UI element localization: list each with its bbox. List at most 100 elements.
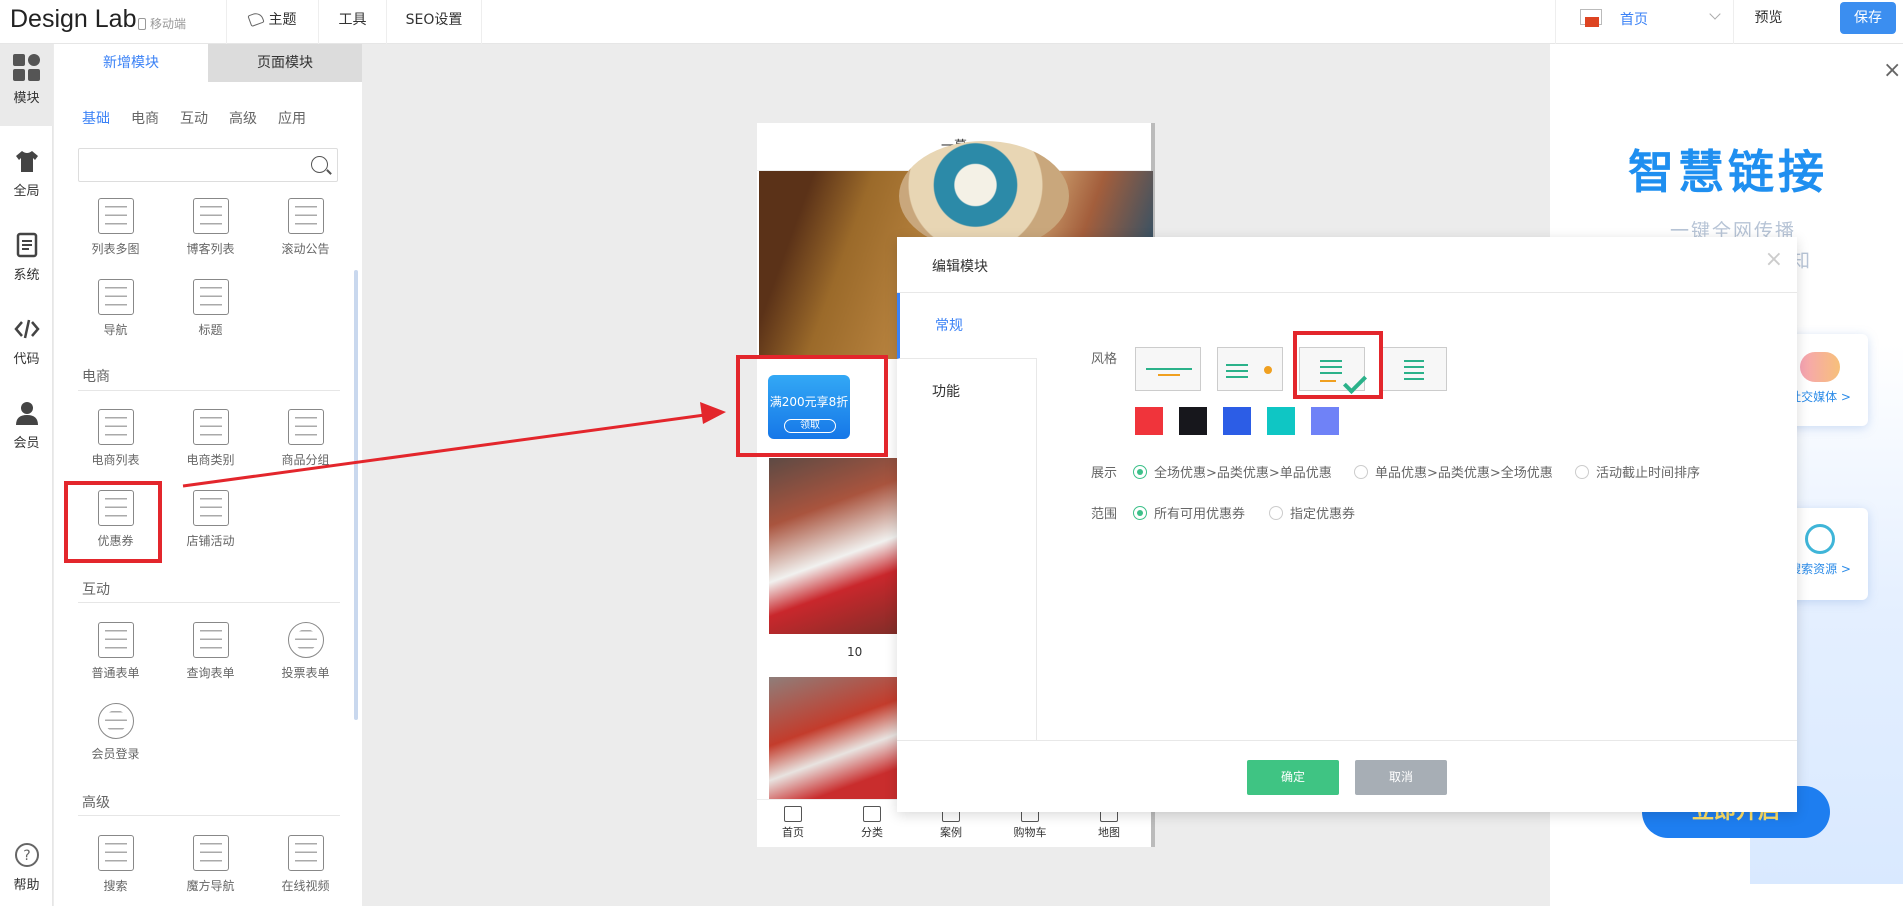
close-icon[interactable]: ×: [1883, 58, 1901, 83]
save-button[interactable]: 保存: [1840, 2, 1896, 34]
preview-button[interactable]: 预览: [1733, 0, 1803, 44]
module-scroll-notice[interactable]: 滚动公告: [258, 198, 353, 257]
show-option-2[interactable]: 单品优惠>品类优惠>全场优惠: [1354, 462, 1553, 481]
module-label: 会员登录: [91, 747, 140, 761]
help-label: 帮助: [13, 878, 40, 893]
module-ecom-category[interactable]: 电商类别: [163, 409, 258, 468]
range-option-2[interactable]: 指定优惠券: [1269, 503, 1355, 522]
chevron-down-icon: [1709, 8, 1721, 20]
module-query-form[interactable]: 查询表单: [163, 622, 258, 681]
tab-label: 购物车: [1013, 826, 1047, 839]
form-icon: [97, 622, 134, 658]
sidebar-item-global[interactable]: 全局: [0, 140, 53, 199]
code-icon: [13, 319, 40, 339]
section-advanced: 高级: [82, 795, 110, 811]
sidebar-item-member[interactable]: 会员: [0, 392, 53, 451]
module-label: 博客列表: [186, 242, 235, 256]
confirm-button[interactable]: 确定: [1247, 760, 1339, 795]
highlight-coupon-module: [64, 481, 162, 563]
nav-tools[interactable]: 工具: [318, 0, 386, 44]
nav-icon: [97, 279, 134, 315]
edit-module-dialog: 编辑模块 × 常规 功能 风格 展示 全场优惠>品类优惠>单品优惠 单品优惠>品…: [897, 237, 1797, 812]
module-panel: 新增模块 页面模块 基础 电商 互动 高级 应用 列表多图 博客列表 滚动公告 导航 标…: [54, 44, 362, 906]
svg-text:?: ?: [23, 848, 30, 864]
module-nav[interactable]: 导航: [68, 279, 163, 338]
module-label: 导航: [103, 323, 128, 337]
cat-interact[interactable]: 互动: [180, 108, 208, 128]
cat-ecom[interactable]: 电商: [131, 108, 159, 128]
divider: [78, 602, 340, 603]
panel-scrollbar[interactable]: [354, 270, 358, 720]
module-search[interactable]: 搜索: [68, 835, 163, 894]
store-icon: [192, 490, 229, 526]
module-search-input[interactable]: [78, 148, 338, 182]
module-title[interactable]: 标题: [163, 279, 258, 338]
brand-logo: Design Lab: [10, 5, 137, 33]
color-swatch-purple[interactable]: [1311, 407, 1339, 435]
search-icon: [1805, 524, 1835, 554]
sidebar-item-modules[interactable]: 模块: [0, 44, 53, 126]
module-label: 魔方导航: [186, 879, 235, 893]
color-swatch-black[interactable]: [1179, 407, 1207, 435]
image-grid-icon: [97, 198, 134, 234]
divider: [78, 815, 340, 816]
style-option-4[interactable]: [1381, 347, 1447, 391]
show-option-1[interactable]: 全场优惠>品类优惠>单品优惠: [1133, 462, 1332, 481]
radio-icon: [1575, 465, 1589, 479]
nav-theme-label: 主题: [268, 12, 297, 28]
page-select[interactable]: 首页: [1555, 0, 1733, 44]
radio-label: 活动截止时间排序: [1596, 466, 1701, 481]
style-option-2[interactable]: [1217, 347, 1283, 391]
sidebar-item-label: 会员: [13, 436, 40, 451]
nav-seo[interactable]: SEO设置: [386, 0, 482, 44]
product-list-icon: [97, 409, 134, 445]
tab-category[interactable]: 分类: [842, 804, 902, 840]
range-option-1[interactable]: 所有可用优惠券: [1133, 503, 1245, 522]
cat-basic[interactable]: 基础: [82, 108, 110, 128]
tab-function[interactable]: 功能: [897, 359, 1037, 425]
top-bar: Design Lab 移动端 主题 工具 SEO设置 首页 预览 保存: [0, 0, 1903, 44]
tab-page-module[interactable]: 页面模块: [208, 44, 362, 82]
tab-general[interactable]: 常规: [897, 293, 1037, 359]
cat-advanced[interactable]: 高级: [229, 108, 257, 128]
flag-icon: [1580, 9, 1602, 27]
style-option-1[interactable]: [1135, 347, 1201, 391]
show-label: 展示: [1091, 466, 1118, 481]
radio-icon: [1133, 465, 1147, 479]
sidebar-item-code[interactable]: 代码: [0, 308, 53, 367]
module-vote-form[interactable]: 投票表单: [258, 622, 353, 681]
module-blog-list[interactable]: 博客列表: [163, 198, 258, 257]
color-swatch-cyan[interactable]: [1267, 407, 1295, 435]
radio-icon: [1354, 465, 1368, 479]
module-ecom-list[interactable]: 电商列表: [68, 409, 163, 468]
category-icon: [192, 409, 229, 445]
home-icon: [784, 806, 802, 822]
module-list-multi-image[interactable]: 列表多图: [68, 198, 163, 257]
member-login-icon: [97, 703, 134, 739]
help-button[interactable]: ? 帮助: [0, 834, 53, 893]
color-swatch-red[interactable]: [1135, 407, 1163, 435]
close-icon[interactable]: ×: [1765, 247, 1783, 272]
nav-theme[interactable]: 主题: [226, 0, 318, 44]
cat-apps[interactable]: 应用: [278, 108, 306, 128]
promo-card-label: 社交媒体 >: [1789, 390, 1851, 404]
module-store-activity[interactable]: 店铺活动: [163, 490, 258, 549]
tab-add-module[interactable]: 新增模块: [54, 44, 208, 82]
module-label: 搜索: [103, 879, 128, 893]
product-image[interactable]: [769, 677, 909, 799]
module-product-group[interactable]: 商品分组: [258, 409, 353, 468]
show-option-3[interactable]: 活动截止时间排序: [1575, 462, 1700, 481]
mobile-switch[interactable]: 移动端: [138, 15, 186, 32]
module-magic-nav[interactable]: 魔方导航: [163, 835, 258, 894]
module-online-video[interactable]: 在线视频: [258, 835, 353, 894]
module-member-login[interactable]: 会员登录: [68, 703, 163, 762]
color-swatch-blue[interactable]: [1223, 407, 1251, 435]
search-icon[interactable]: [311, 156, 328, 173]
tab-home[interactable]: 首页: [763, 804, 823, 840]
product-image[interactable]: [769, 458, 909, 634]
help-icon: ?: [14, 843, 39, 867]
sidebar-item-system[interactable]: 系统: [0, 224, 53, 283]
section-ecom: 电商: [82, 369, 110, 385]
module-normal-form[interactable]: 普通表单: [68, 622, 163, 681]
cancel-button[interactable]: 取消: [1355, 760, 1447, 795]
